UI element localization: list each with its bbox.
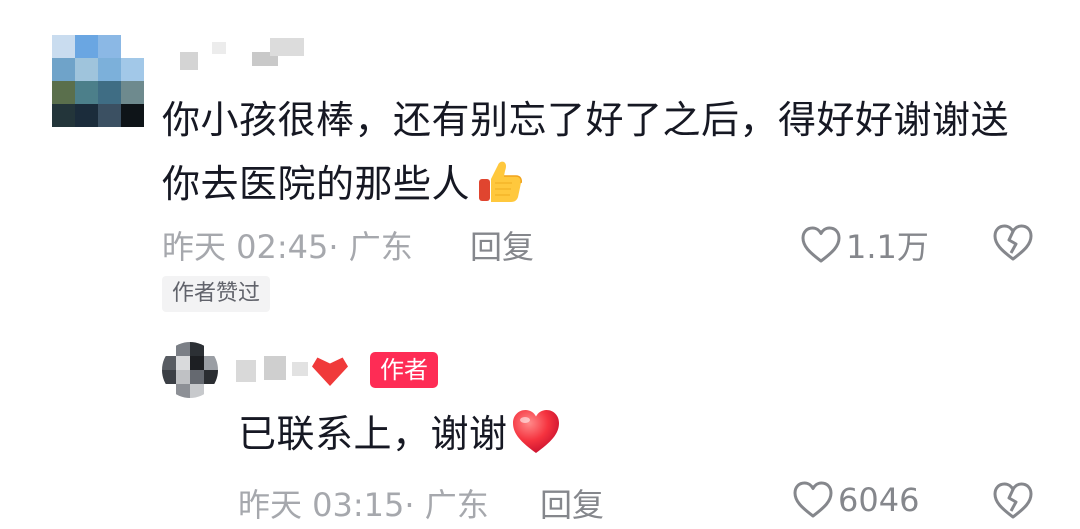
reply-meta: 昨天 03:15· 广东 [238, 480, 489, 526]
comment-time: 昨天 02:45 [162, 228, 329, 266]
heart-outline-icon [801, 226, 841, 263]
red-heart-emoji [512, 410, 559, 453]
thumbs-up-emoji [479, 161, 523, 202]
heart-outline-icon [793, 481, 833, 518]
comment-text-line-1: 你小孩很棒，还有别忘了好了之后，得好好谢谢送 [162, 98, 1010, 142]
author-username-blurred[interactable] [236, 350, 356, 390]
comment-text-line-2-text: 你去医院的那些人 [162, 162, 471, 206]
reply-like-count: 6046 [838, 481, 920, 519]
comment-like-count: 1.1万 [846, 228, 929, 266]
comment-location: · 广东 [328, 228, 413, 266]
comment-thread: 你小孩很棒，还有别忘了好了之后，得好好谢谢送 你去医院的那些人 昨天 02:45… [0, 0, 1080, 529]
reply-text: 已联系上，谢谢 [238, 404, 562, 464]
broken-heart-icon[interactable] [992, 223, 1034, 263]
commenter-avatar[interactable] [52, 35, 144, 127]
comment-text-line-2: 你去医院的那些人 [162, 152, 1052, 216]
reply-location: · 广东 [404, 486, 489, 524]
broken-heart-icon[interactable] [992, 481, 1034, 521]
reply-like-button[interactable]: 6046 [792, 480, 919, 520]
author-avatar[interactable] [162, 342, 218, 398]
reply-time: 昨天 03:15 [238, 486, 405, 524]
comment-reply-button[interactable]: 回复 [470, 222, 534, 268]
comment-like-button[interactable]: 1.1万 [800, 222, 929, 268]
commenter-username-blurred[interactable] [170, 36, 310, 70]
author-liked-badge: 作者赞过 [162, 276, 271, 312]
author-badge: 作者 [370, 352, 438, 388]
reply-text-content: 已联系上，谢谢 [238, 412, 508, 456]
comment-text: 你小孩很棒，还有别忘了好了之后，得好好谢谢送 你去医院的那些人 [162, 88, 1052, 216]
comment-meta: 昨天 02:45· 广东 [162, 222, 413, 268]
reply-reply-button[interactable]: 回复 [540, 480, 604, 526]
